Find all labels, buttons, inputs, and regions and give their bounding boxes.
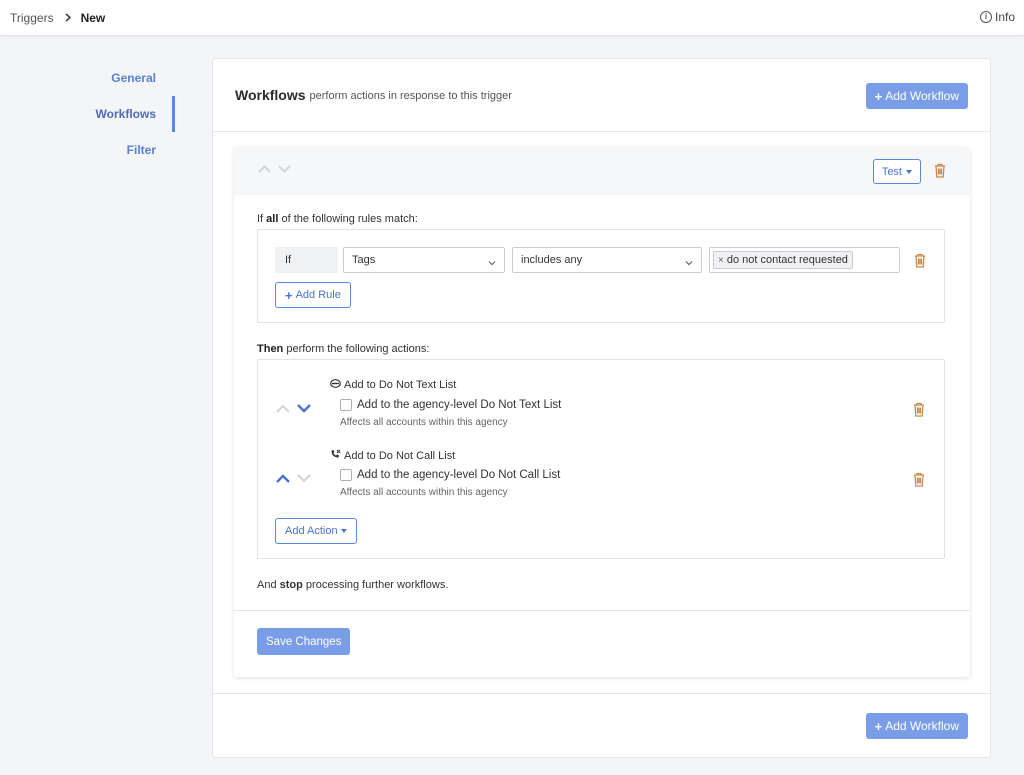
chevron-down-icon bbox=[488, 257, 496, 269]
workflow-footer: Save Changes bbox=[234, 610, 970, 677]
action-help-text: Affects all accounts within this agency bbox=[340, 417, 508, 428]
actions-box: Add to Do Not Text List Add to the agenc… bbox=[257, 359, 945, 559]
save-changes-button[interactable]: Save Changes bbox=[257, 628, 351, 655]
no-call-phone-icon bbox=[330, 449, 341, 462]
stop-processing-text: And stop processing further workflows. bbox=[257, 579, 448, 591]
stop-prefix: And bbox=[257, 579, 280, 591]
move-down-icon[interactable] bbox=[297, 404, 311, 413]
info-button[interactable]: i Info bbox=[979, 10, 1015, 24]
tag-label: do not contact requested bbox=[726, 254, 848, 266]
rules-intro-bold: all bbox=[266, 213, 279, 225]
move-up-icon[interactable] bbox=[258, 165, 271, 173]
rule-field-value: Tags bbox=[352, 254, 376, 266]
action-item: Add to Do Not Call List Add to the agenc… bbox=[258, 442, 944, 512]
action-title: Add to Do Not Text List bbox=[330, 379, 456, 391]
breadcrumb-current: New bbox=[80, 10, 106, 25]
add-workflow-button[interactable]: + Add Workflow bbox=[865, 83, 968, 109]
add-rule-button[interactable]: + Add Rule bbox=[275, 282, 351, 308]
checkbox-label: Add to the agency-level Do Not Text List bbox=[357, 399, 562, 411]
info-label: Info bbox=[994, 10, 1015, 24]
action-reorder bbox=[276, 474, 311, 483]
plus-icon: + bbox=[874, 88, 883, 104]
action-reorder bbox=[276, 404, 311, 413]
stop-bold: stop bbox=[279, 579, 303, 591]
sidebar-nav: General Workflows Filter bbox=[0, 60, 175, 168]
plus-icon: + bbox=[874, 718, 883, 734]
add-workflow-label: Add Workflow bbox=[885, 89, 959, 103]
action-title: Add to Do Not Call List bbox=[330, 449, 455, 462]
action-help-text: Affects all accounts within this agency bbox=[340, 487, 508, 498]
checkbox-label: Add to the agency-level Do Not Call List bbox=[357, 469, 561, 481]
no-text-icon bbox=[330, 379, 341, 391]
rules-intro-prefix: If bbox=[257, 213, 267, 225]
agency-do-not-text-checkbox[interactable]: Add to the agency-level Do Not Text List bbox=[340, 399, 561, 411]
stop-suffix: processing further workflows. bbox=[302, 579, 449, 591]
remove-tag-icon[interactable]: × bbox=[718, 255, 724, 266]
action-title-text: Add to Do Not Call List bbox=[344, 449, 456, 462]
add-rule-label: Add Rule bbox=[295, 289, 341, 301]
rule-tags-input[interactable]: × do not contact requested bbox=[709, 247, 900, 273]
action-title-text: Add to Do Not Text List bbox=[344, 379, 457, 391]
workflow-reorder bbox=[258, 165, 291, 173]
actions-intro-bold: Then bbox=[257, 343, 284, 355]
rule-operator-select[interactable]: includes any bbox=[512, 247, 702, 273]
rules-box: If Tags includes any × do not contact re… bbox=[257, 229, 945, 323]
action-item: Add to Do Not Text List Add to the agenc… bbox=[258, 372, 944, 442]
checkbox[interactable] bbox=[340, 469, 352, 481]
actions-intro: Then perform the following actions: bbox=[257, 343, 429, 355]
chevron-right-icon bbox=[65, 13, 72, 22]
sidebar-item-workflows[interactable]: Workflows bbox=[0, 96, 175, 132]
trash-icon[interactable] bbox=[934, 163, 946, 178]
sidebar-item-general[interactable]: General bbox=[0, 60, 175, 96]
plus-icon: + bbox=[285, 287, 293, 303]
checkbox[interactable] bbox=[340, 399, 352, 411]
add-workflow-label: Add Workflow bbox=[885, 719, 959, 733]
page-subtitle: perform actions in response to this trig… bbox=[309, 90, 512, 102]
workflow-header: Test bbox=[234, 147, 970, 195]
caret-down-icon bbox=[340, 529, 347, 533]
workflows-card: Workflows perform actions in response to… bbox=[212, 58, 991, 758]
top-bar: Triggers New i Info bbox=[0, 0, 1024, 36]
add-workflow-button-bottom[interactable]: + Add Workflow bbox=[865, 713, 968, 739]
breadcrumb-triggers[interactable]: Triggers bbox=[10, 11, 54, 25]
chevron-down-icon bbox=[685, 257, 693, 269]
sidebar-item-filter[interactable]: Filter bbox=[0, 132, 175, 168]
agency-do-not-call-checkbox[interactable]: Add to the agency-level Do Not Call List bbox=[340, 469, 560, 481]
test-label: Test bbox=[881, 165, 902, 178]
rules-intro: If all of the following rules match: bbox=[257, 213, 418, 225]
trash-icon[interactable] bbox=[913, 402, 925, 417]
info-icon: i bbox=[979, 11, 992, 23]
rule-operator-value: includes any bbox=[521, 254, 583, 266]
trash-icon[interactable] bbox=[913, 472, 925, 487]
caret-down-icon bbox=[906, 169, 912, 174]
workflow-block: Test If all of the following rules match… bbox=[234, 147, 970, 677]
rules-intro-suffix: of the following rules match: bbox=[278, 213, 418, 225]
add-action-button[interactable]: Add Action bbox=[275, 518, 357, 544]
rule-field-select[interactable]: Tags bbox=[343, 247, 505, 273]
card-divider bbox=[213, 693, 990, 694]
card-header: Workflows perform actions in response to… bbox=[213, 59, 990, 132]
tag-chip: × do not contact requested bbox=[713, 251, 853, 269]
add-action-label: Add Action bbox=[285, 525, 338, 537]
move-down-icon[interactable] bbox=[297, 474, 311, 483]
move-up-icon[interactable] bbox=[276, 404, 290, 413]
move-down-icon[interactable] bbox=[278, 165, 291, 173]
page-title: Workflows bbox=[235, 87, 306, 103]
test-dropdown-button[interactable]: Test bbox=[872, 159, 921, 184]
actions-intro-suffix: perform the following actions: bbox=[283, 343, 430, 355]
move-up-icon[interactable] bbox=[276, 474, 290, 483]
trash-icon[interactable] bbox=[914, 253, 926, 268]
rule-if-label: If bbox=[275, 247, 338, 273]
